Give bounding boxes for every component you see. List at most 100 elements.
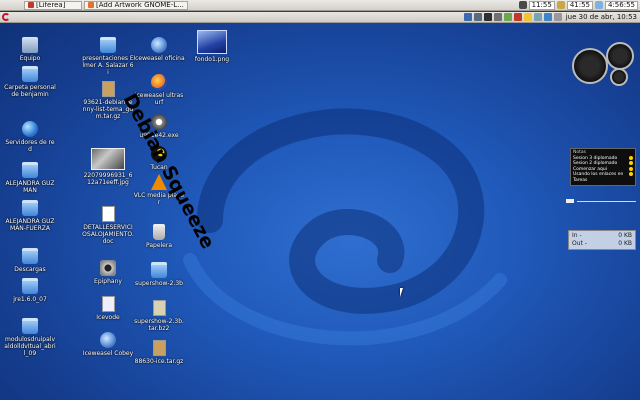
liferea-icon — [28, 2, 34, 8]
icon-label: 88630-ice.tar.gz — [134, 358, 184, 365]
folder-icon — [22, 278, 38, 294]
desktop-icon-presentaciones[interactable]: presentaciones Elmer A. Salazar 6i — [82, 37, 134, 76]
icevode-icon — [101, 296, 115, 312]
volume-icon[interactable] — [493, 13, 502, 21]
top-taskbar: [Liferea] [Add Artwork GNOME-L... 11:55 … — [0, 0, 640, 11]
system-gauges-widget — [572, 42, 636, 86]
icon-label: ALEJANDRA GUZMAN-FUERZA — [5, 218, 55, 232]
document-icon — [101, 206, 115, 222]
swap-gauge-icon — [610, 68, 628, 86]
desktop-icon-papelera[interactable]: Papelera — [133, 224, 185, 249]
network-graph-line — [577, 200, 636, 202]
clock-b: 41:55 — [566, 0, 593, 10]
display-icon[interactable] — [483, 13, 492, 21]
desktop-icon-doc[interactable]: DETALLESERVICIOSALOJAMIENTO.doc — [82, 206, 134, 245]
wifi-icon[interactable] — [543, 13, 552, 21]
desktop-icon-modulos[interactable]: modulosdruipalvaldolldvItual_abril_09 — [4, 318, 56, 357]
icon-label: Iceweasel oficina — [133, 55, 185, 62]
icon-label: jre1.6.0_07 — [13, 296, 47, 303]
desktop-icon-icevode[interactable]: Icevode — [82, 296, 134, 321]
desktop-icon-iceweasel-oficina[interactable]: Iceweasel oficina — [133, 37, 185, 62]
network-icon — [22, 121, 38, 137]
system-tray: 11:55 41:55 4:56:55 — [518, 0, 640, 10]
mail-icon[interactable] — [556, 1, 565, 9]
desktop-icon-iceweasel-cobey[interactable]: Iceweasel Cobey — [82, 332, 134, 357]
desktop-icon-supershow-tar[interactable]: supershow-2.3b.tar.bz2 — [133, 300, 185, 332]
home-folder-icon — [22, 66, 38, 82]
desktop-icon-ice-tar[interactable]: 88630-ice.tar.gz — [133, 340, 185, 365]
computer-icon — [22, 37, 38, 53]
iceweasel-icon — [151, 74, 167, 90]
net-out-value: 0 KB — [618, 240, 632, 247]
task-label: [Liferea] — [36, 1, 66, 9]
debian-swirl-icon[interactable] — [2, 13, 10, 21]
folder-icon — [100, 37, 116, 53]
mouse-pointer-icon — [400, 288, 403, 297]
icon-label: Equipo — [19, 55, 41, 62]
weather-icon[interactable] — [523, 13, 532, 21]
icon-label: Descargas — [14, 266, 46, 273]
folder-icon — [151, 262, 167, 278]
network-icon[interactable] — [463, 13, 472, 21]
panel-clock[interactable]: jue 30 de abr, 10:53 — [566, 13, 637, 21]
net-in-label: In - — [572, 232, 582, 239]
wallpaper-swirl — [183, 108, 507, 346]
task-button-add-artwork[interactable]: [Add Artwork GNOME-L... — [84, 0, 188, 10]
wallpaper-image-icon — [197, 30, 227, 54]
net-traffic-widget: In - 0 KB Out - 0 KB — [568, 230, 636, 250]
desktop-icon-descargas[interactable]: Descargas — [4, 248, 56, 273]
desktop-icon-jpg[interactable]: 22079996931_612a71eeff.jpg — [82, 148, 134, 186]
note-item[interactable]: Tareas — [573, 178, 633, 184]
weather-icon[interactable] — [595, 1, 603, 9]
archive-icon — [101, 81, 115, 97]
folder-icon — [22, 248, 38, 264]
icon-label: presentaciones Elmer A. Salazar 6i — [82, 55, 134, 76]
task-button-liferea[interactable]: [Liferea] — [24, 0, 82, 10]
desktop-icon-alejandra-guzman-fuerza[interactable]: ALEJANDRA GUZMAN-FUERZA — [4, 200, 56, 232]
note-bullet-icon — [629, 166, 633, 171]
gnome-panel: jue 30 de abr, 10:53 — [0, 12, 640, 23]
icon-label: ALEJANDRA GUZMAN — [5, 180, 55, 194]
user-icon[interactable] — [513, 13, 522, 21]
folder-icon — [22, 162, 38, 178]
image-icon — [91, 148, 125, 170]
desktop-icon-equipo[interactable]: Equipo — [4, 37, 56, 62]
iceweasel-icon — [151, 37, 167, 53]
icon-label: Icevode — [96, 314, 120, 321]
icon-label: Papelera — [145, 242, 173, 249]
desktop-icon-fondo1[interactable]: fondo1.png — [186, 30, 238, 63]
archive-icon — [152, 300, 166, 316]
notes-widget[interactable]: Notas Sesion 3 diplomado Sesion 2 diplom… — [570, 148, 636, 186]
chat-icon[interactable] — [503, 13, 512, 21]
icon-label: supershow-2.3b.tar.bz2 — [134, 318, 184, 332]
epiphany-icon — [100, 260, 116, 276]
icon-label: Carpeta personal de benjamin — [4, 84, 56, 98]
keyboard-icon[interactable] — [553, 13, 562, 21]
network-graph — [566, 196, 636, 206]
desktop-icon-network-servers[interactable]: Servidores de red — [4, 121, 56, 153]
desktop-icon-epiphany[interactable]: Epiphany — [82, 260, 134, 285]
cpu-gauge-icon — [572, 48, 608, 84]
icon-label: modulosdruipalvaldolldvItual_abril_09 — [4, 336, 56, 357]
desktop-icon-alejandra-guzman[interactable]: ALEJANDRA GUZMAN — [4, 162, 56, 194]
note-bullet-icon — [629, 161, 633, 165]
note-bullet-icon — [629, 155, 633, 160]
icon-label: Epiphany — [94, 278, 122, 285]
up-arrow-icon[interactable] — [518, 1, 527, 9]
folder-icon — [22, 200, 38, 216]
browser-icon — [88, 2, 94, 8]
icon-label: supershow-2.3b — [135, 280, 183, 287]
icon-label: Servidores de red — [5, 139, 55, 153]
battery-icon[interactable] — [533, 13, 542, 21]
desktop-icon-jre[interactable]: jre1.6.0_07 — [4, 278, 56, 303]
note-bullet-icon — [629, 172, 633, 176]
archive-icon — [152, 340, 166, 356]
network-activity-icon — [566, 199, 574, 203]
desktop-icon-home[interactable]: Carpeta personal de benjamin — [4, 66, 56, 98]
iceweasel-icon — [100, 332, 116, 348]
icon-label: Iceweasel Cobey — [82, 350, 134, 357]
net-out-label: Out - — [572, 240, 587, 247]
memory-gauge-icon — [606, 42, 634, 70]
monitor-icon[interactable] — [473, 13, 482, 21]
desktop-icon-supershow[interactable]: supershow-2.3b — [133, 262, 185, 287]
